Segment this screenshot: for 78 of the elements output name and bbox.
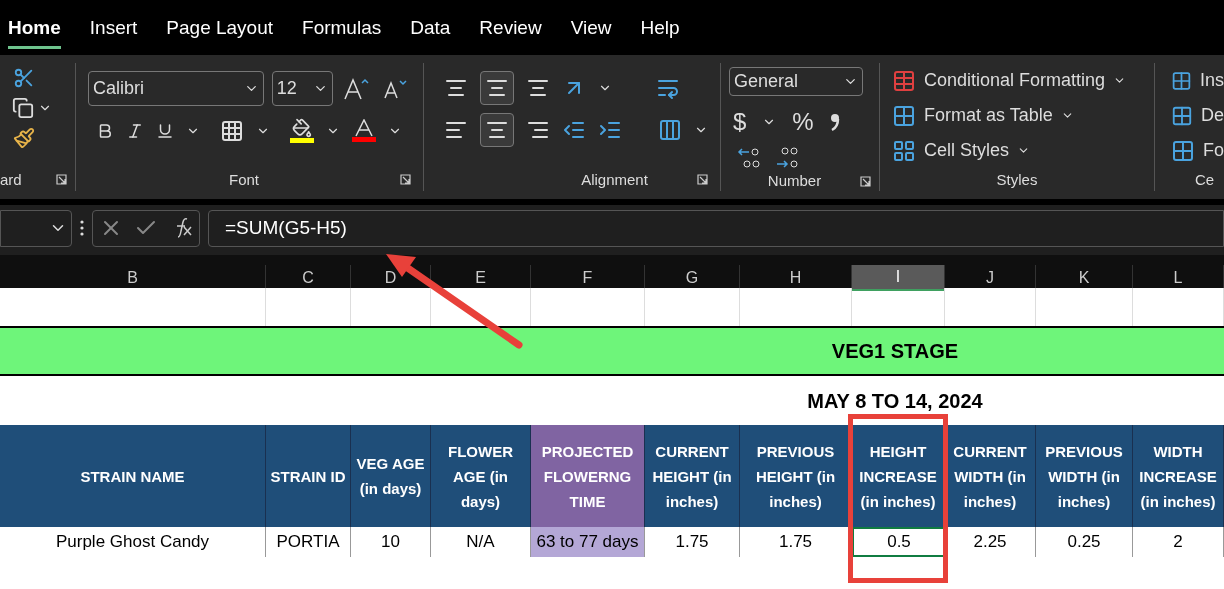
header-cell: WIDTH INCREASE (in inches) — [1133, 425, 1224, 527]
table-grid-icon — [1171, 138, 1195, 163]
dialog-launcher-icon[interactable] — [56, 174, 67, 186]
header-cell: STRAIN ID — [266, 425, 351, 527]
merge-center-icon[interactable] — [658, 118, 682, 142]
currency-button[interactable]: $ — [733, 104, 747, 140]
percent-button[interactable]: % — [792, 104, 814, 140]
cells-button[interactable]: Ins — [1171, 63, 1224, 99]
header-cell: VEG AGE (in days) — [351, 425, 431, 527]
underline-icon[interactable] — [156, 121, 174, 140]
table-cell: 0.25 — [1036, 527, 1133, 557]
copy-icon[interactable] — [12, 97, 34, 119]
date-title: MAY 8 TO 14, 2024 — [806, 388, 984, 414]
column-header[interactable]: J — [945, 265, 1036, 291]
cells-button[interactable]: Fo — [1171, 133, 1224, 169]
table-cell: 1.75 — [740, 527, 852, 557]
group-label: Font — [229, 169, 259, 190]
align-middle-icon[interactable] — [480, 71, 514, 105]
number-format-dropdown[interactable]: General — [729, 67, 863, 96]
table-cell: 2.25 — [945, 527, 1036, 557]
dialog-launcher-icon[interactable] — [860, 175, 871, 187]
header-cell: FLOWER AGE (in days) — [431, 425, 531, 527]
dialog-launcher-icon[interactable] — [400, 174, 411, 186]
styles-button[interactable]: Cell Styles — [892, 133, 1142, 169]
cells-button[interactable]: De — [1171, 98, 1224, 134]
format-painter-icon[interactable] — [12, 127, 36, 149]
table-grid-icon — [892, 68, 916, 93]
ribbon-tab[interactable]: Data — [410, 13, 451, 50]
column-header[interactable]: K — [1036, 265, 1133, 291]
ribbon-tab[interactable]: Page Layout — [166, 13, 274, 50]
italic-icon[interactable] — [126, 121, 144, 140]
table-cell: 2 — [1133, 527, 1224, 557]
table-cell: 63 to 77 days — [531, 527, 645, 557]
ribbon-tab[interactable]: Home — [8, 13, 61, 50]
header-cell: CURRENT WIDTH (in inches) — [945, 425, 1036, 527]
ribbon-tab[interactable]: Insert — [89, 13, 138, 50]
ribbon-tab[interactable]: Review — [479, 13, 542, 50]
group-label: Number — [767, 171, 822, 191]
more-options-icon[interactable] — [80, 220, 84, 236]
group-label: Styles — [995, 169, 1039, 190]
column-header[interactable]: B — [0, 265, 266, 291]
header-cell: PROJECTED FLOWERNG TIME — [531, 425, 645, 527]
column-header[interactable]: F — [531, 265, 645, 291]
group-label: Alignment — [581, 169, 648, 190]
align-center-icon[interactable] — [480, 113, 514, 147]
header-cell: PREVIOUS WIDTH (in inches) — [1036, 425, 1133, 527]
table-cell: PORTIA — [266, 527, 351, 557]
header-cell: CURRENT HEIGHT (in inches) — [645, 425, 740, 527]
table-cell: 0.5 — [852, 527, 945, 557]
fill-color-icon[interactable] — [290, 118, 314, 143]
column-header[interactable]: I — [852, 265, 945, 291]
font-color-icon[interactable] — [352, 119, 376, 142]
formula-input[interactable]: =SUM(G5-H5) — [208, 209, 1224, 247]
ribbon-tab[interactable]: Formulas — [302, 13, 382, 50]
table-cell: 1.75 — [645, 527, 740, 557]
table-cell: Purple Ghost Candy — [0, 527, 266, 557]
header-cell: STRAIN NAME — [0, 425, 266, 527]
group-label: ard — [0, 169, 22, 190]
table-grid-icon — [892, 138, 916, 163]
column-header[interactable]: L — [1133, 265, 1224, 291]
table-grid-icon — [892, 103, 916, 128]
comma-style-icon[interactable] — [829, 112, 840, 132]
font-size-dropdown[interactable]: 12 — [271, 71, 333, 106]
column-header[interactable]: E — [431, 265, 531, 291]
column-header[interactable]: C — [266, 265, 351, 291]
column-header[interactable]: G — [645, 265, 740, 291]
decrease-decimal-icon[interactable] — [775, 144, 801, 170]
dialog-launcher-icon[interactable] — [697, 174, 708, 186]
font-name-dropdown[interactable]: Calibri — [88, 71, 264, 106]
table-cell: 10 — [351, 527, 431, 557]
styles-button[interactable]: Format as Table — [892, 98, 1142, 134]
styles-button[interactable]: Conditional Formatting — [892, 63, 1142, 99]
ribbon-tab[interactable]: View — [570, 13, 612, 50]
group-label: Ce — [1194, 169, 1216, 190]
ribbon-tab[interactable]: Help — [640, 13, 680, 50]
borders-icon[interactable] — [220, 118, 244, 143]
header-cell: HEIGHT INCREASE (in inches) — [852, 425, 945, 527]
stage-banner: VEG1 STAGE — [0, 326, 1224, 376]
